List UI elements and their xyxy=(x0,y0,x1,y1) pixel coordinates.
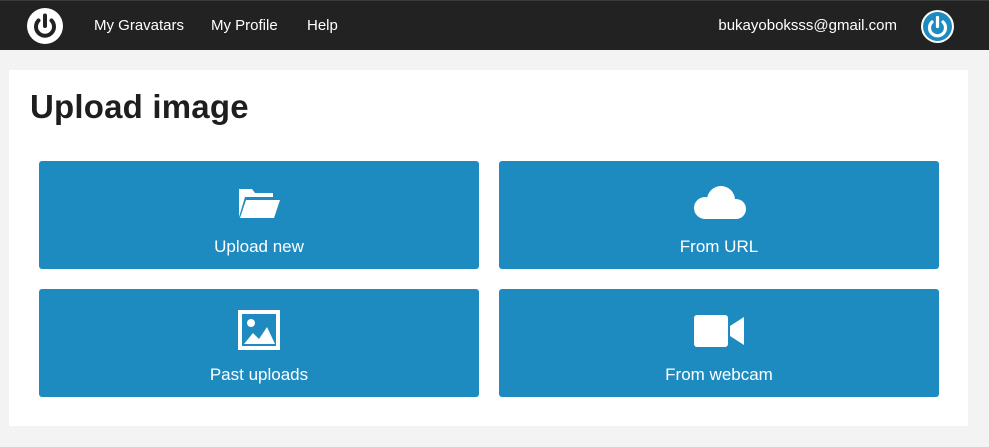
past-uploads-button[interactable]: Past uploads xyxy=(39,289,479,397)
upload-panel: Upload image Upload new From URL Past up… xyxy=(9,70,968,426)
nav-my-profile[interactable]: My Profile xyxy=(211,1,278,51)
video-camera-icon xyxy=(499,313,939,354)
account-email[interactable]: bukayoboksss@gmail.com xyxy=(718,1,897,51)
tile-label: From URL xyxy=(679,237,759,256)
tile-label: From webcam xyxy=(665,365,773,384)
page-title: Upload image xyxy=(30,88,249,125)
image-icon xyxy=(39,309,479,356)
gravatar-logo-icon[interactable] xyxy=(27,8,63,44)
cloud-icon xyxy=(499,185,939,226)
nav-help[interactable]: Help xyxy=(307,1,338,51)
top-navigation-bar: My Gravatars My Profile Help bukayobokss… xyxy=(0,0,989,50)
tile-label: Upload new xyxy=(214,237,304,256)
from-webcam-button[interactable]: From webcam xyxy=(499,289,939,397)
user-avatar-icon[interactable] xyxy=(921,10,954,43)
folder-open-icon xyxy=(39,185,479,226)
upload-new-button[interactable]: Upload new xyxy=(39,161,479,269)
from-url-button[interactable]: From URL xyxy=(499,161,939,269)
tile-label: Past uploads xyxy=(209,365,309,384)
nav-my-gravatars[interactable]: My Gravatars xyxy=(94,1,184,51)
